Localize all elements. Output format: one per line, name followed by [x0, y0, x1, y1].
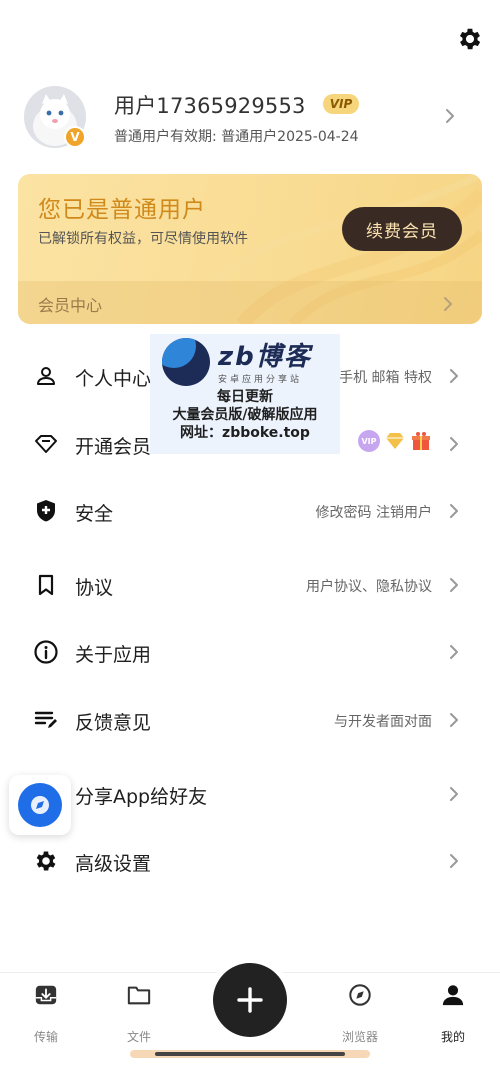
- menu-item-label: 反馈意见: [75, 712, 152, 734]
- plus-icon: [237, 987, 263, 1013]
- info-icon: [32, 638, 60, 666]
- menu-item-label: 高级设置: [75, 853, 152, 875]
- watermark-logo: [162, 338, 210, 386]
- chevron-right-icon: [450, 787, 458, 801]
- gear-icon: [459, 28, 481, 50]
- chevron-right-icon: [446, 109, 454, 123]
- tab-label: 浏览器: [341, 1030, 378, 1044]
- vip-center-row[interactable]: 会员中心: [18, 281, 482, 324]
- bookmark-icon: [32, 571, 60, 599]
- diamond-badge-icon: [386, 433, 404, 449]
- profile-header[interactable]: V 用户17365929553 VIP 普通用户有效期: 普通用户2025-04…: [24, 86, 476, 150]
- folder-icon: [127, 986, 151, 1005]
- tab-label: 我的: [440, 1030, 465, 1044]
- watermark-line: 大量会员版/破解版应用: [172, 407, 318, 423]
- menu-item-label: 关于应用: [75, 644, 152, 666]
- chevron-right-icon: [450, 854, 458, 868]
- compass-icon: [349, 984, 371, 1006]
- tab-label: 文件: [126, 1030, 151, 1044]
- menu-item-label: 开通会员: [75, 436, 152, 458]
- menu-item-security[interactable]: 安全 修改密码 注销用户: [0, 483, 500, 539]
- validity-text: 普通用户有效期: 普通用户2025-04-24: [114, 129, 359, 145]
- tab-label: 传输: [33, 1030, 58, 1044]
- feedback-icon: [32, 706, 60, 734]
- menu-item-extra: 修改密码 注销用户: [315, 505, 432, 521]
- renew-vip-button[interactable]: 续费会员: [342, 207, 462, 251]
- menu-item-label: 分享App给好友: [75, 786, 208, 808]
- tab-browser[interactable]: 浏览器: [325, 983, 395, 1044]
- menu-item-advanced-settings[interactable]: 高级设置: [0, 833, 500, 889]
- chevron-right-icon: [450, 504, 458, 518]
- vip-badge: V: [64, 126, 86, 148]
- watermark-line: 每日更新: [217, 389, 273, 405]
- menu-item-about[interactable]: 关于应用: [0, 624, 500, 680]
- floating-share-button[interactable]: [9, 775, 71, 835]
- menu-item-agreement[interactable]: 协议 用户协议、隐私协议: [0, 557, 500, 613]
- vip-card: 您已是普通用户 已解锁所有权益，可尽情使用软件 续费会员 会员中心: [18, 174, 482, 324]
- tab-mine[interactable]: 我的: [418, 983, 488, 1044]
- menu-item-share-app[interactable]: 分享App给好友: [0, 766, 500, 822]
- chevron-right-icon: [450, 713, 458, 727]
- chevron-right-icon: [450, 369, 458, 383]
- menu-item-feedback[interactable]: 反馈意见 与开发者面对面: [0, 692, 500, 748]
- menu-item-extra: 手机 邮箱 特权: [339, 370, 432, 386]
- gift-icon: [412, 432, 430, 450]
- chevron-right-icon: [444, 297, 452, 311]
- menu-item-extra: 与开发者面对面: [334, 714, 432, 730]
- tab-transfer[interactable]: 传输: [11, 983, 81, 1044]
- add-button[interactable]: [213, 963, 287, 1037]
- username: 用户17365929553: [114, 94, 306, 118]
- watermark-brand-sub: 安卓应用分享站: [218, 375, 303, 385]
- vip-status-title: 您已是普通用户: [38, 197, 206, 223]
- watermark-line: 网址：zbboke.top: [180, 425, 310, 441]
- menu-item-label: 个人中心: [75, 368, 152, 390]
- vip-benefit-badges: VIP: [358, 430, 432, 452]
- tab-files[interactable]: 文件: [104, 983, 174, 1044]
- vip-center-label: 会员中心: [38, 296, 103, 315]
- vip-status-subtitle: 已解锁所有权益，可尽情使用软件: [38, 231, 248, 247]
- menu-item-label: 协议: [75, 577, 114, 599]
- user-icon: [442, 985, 464, 1006]
- chevron-right-icon: [450, 578, 458, 592]
- shield-icon: [32, 497, 60, 525]
- home-indicator[interactable]: [155, 1052, 345, 1056]
- settings-button[interactable]: [455, 24, 485, 54]
- chevron-right-icon: [450, 645, 458, 659]
- diamond-icon: [32, 430, 60, 458]
- share-icon: [18, 783, 62, 827]
- vip-tag: VIP: [323, 94, 359, 114]
- gear-icon: [32, 847, 60, 875]
- vip-badge-icon: VIP: [358, 430, 380, 452]
- person-icon: [32, 362, 60, 390]
- download-tray-icon: [35, 985, 57, 1005]
- watermark-overlay: zb博客 安卓应用分享站 每日更新 大量会员版/破解版应用 网址：zbboke.…: [150, 334, 340, 454]
- chevron-right-icon: [450, 437, 458, 451]
- menu-item-label: 安全: [75, 503, 114, 525]
- watermark-brand: zb博客: [218, 342, 312, 372]
- menu-item-extra: 用户协议、隐私协议: [306, 579, 432, 595]
